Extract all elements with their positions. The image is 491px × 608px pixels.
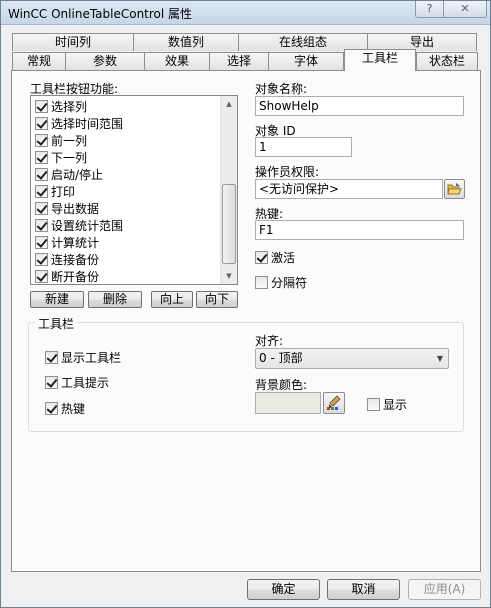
list-item-label: 启动/停止 xyxy=(51,168,104,182)
bg-color-swatch xyxy=(255,392,321,414)
list-item-check-icon[interactable] xyxy=(35,151,48,164)
list-item[interactable]: 前一列 xyxy=(35,132,87,149)
operator-permission-label: 操作员权限: xyxy=(255,165,320,179)
separator-check-icon[interactable] xyxy=(255,276,268,289)
toolbar-functions-list[interactable]: 选择列选择时间范围 前一列下一列启动/停止打印导出数据设置统计范围 计算统计连接备份… xyxy=(30,95,238,285)
chevron-down-icon: ▼ xyxy=(436,354,443,363)
list-item-label: 前一列 xyxy=(51,134,88,148)
show-bg-label: 显示 xyxy=(383,398,408,412)
list-item-label: 设置统计范围 xyxy=(51,219,124,233)
list-item[interactable]: 启动/停止 xyxy=(35,166,103,183)
scroll-up-arrow-icon[interactable]: ▲ xyxy=(221,96,237,112)
folder-open-icon xyxy=(447,183,462,195)
align-dropdown[interactable]: 0 - 顶部 ▼ xyxy=(255,348,449,369)
align-label: 对齐: xyxy=(255,334,284,348)
list-item[interactable]: 选择列 xyxy=(35,98,87,115)
list-item[interactable]: 打印 xyxy=(35,183,75,200)
list-item-label: 选择时间范围 xyxy=(51,117,124,131)
move-down-button[interactable]: 向下 xyxy=(196,291,238,308)
object-name-label: 对象名称: xyxy=(255,82,308,96)
tooltips-check-icon[interactable] xyxy=(45,376,58,389)
activate-check-icon[interactable] xyxy=(255,251,268,264)
list-item[interactable]: 选择时间范围 xyxy=(35,115,123,132)
list-item-check-icon[interactable] xyxy=(35,219,48,232)
scroll-down-arrow-icon[interactable]: ▼ xyxy=(221,268,237,284)
color-picker-button[interactable] xyxy=(323,392,345,414)
properties-window: WinCC OnlineTableControl 属性 ? ✕ 时间列 数值列 … xyxy=(0,0,491,608)
bg-color-label: 背景颜色: xyxy=(255,378,308,392)
list-item-check-icon[interactable] xyxy=(35,270,48,283)
list-item-label: 导出数据 xyxy=(51,202,100,216)
new-button[interactable]: 新建 xyxy=(30,291,84,308)
list-item[interactable]: 导出数据 xyxy=(35,200,99,217)
list-item-label: 连接备份 xyxy=(51,253,100,267)
list-item[interactable]: 下一列 xyxy=(35,149,87,166)
show-toolbar-label: 显示工具栏 xyxy=(61,351,122,365)
show-bg-checkbox[interactable]: 显示 xyxy=(367,396,407,413)
list-item-check-icon[interactable] xyxy=(35,117,48,130)
move-up-button[interactable]: 向上 xyxy=(151,291,193,308)
list-item-label: 选择列 xyxy=(51,100,88,114)
list-item-check-icon[interactable] xyxy=(35,253,48,266)
hotkeys-checkbox[interactable]: 热键 xyxy=(45,400,85,417)
list-item[interactable]: 计算统计 xyxy=(35,234,99,251)
list-item-check-icon[interactable] xyxy=(35,134,48,147)
activate-checkbox[interactable]: 激活 xyxy=(255,249,295,266)
show-bg-check-icon[interactable] xyxy=(367,398,380,411)
list-item-check-icon[interactable] xyxy=(35,202,48,215)
toolbar-group-title: 工具栏 xyxy=(35,315,78,332)
separator-label: 分隔符 xyxy=(271,276,308,290)
tooltips-checkbox[interactable]: 工具提示 xyxy=(45,374,109,391)
list-item-check-icon[interactable] xyxy=(35,185,48,198)
list-item-label: 断开备份 xyxy=(51,270,100,284)
show-toolbar-check-icon[interactable] xyxy=(45,351,58,364)
align-value: 0 - 顶部 xyxy=(259,351,303,365)
list-item-label: 下一列 xyxy=(51,151,88,165)
list-item-check-icon[interactable] xyxy=(35,168,48,181)
hotkey-field[interactable]: F1 xyxy=(255,220,464,240)
list-item-check-icon[interactable] xyxy=(35,100,48,113)
object-id-field[interactable]: 1 xyxy=(255,137,352,157)
hotkeys-label: 热键 xyxy=(61,402,86,416)
list-item-label: 打印 xyxy=(51,185,76,199)
browse-permission-button[interactable] xyxy=(444,179,465,199)
hotkeys-check-icon[interactable] xyxy=(45,402,58,415)
list-item[interactable]: 设置统计范围 xyxy=(35,217,123,234)
scroll-thumb[interactable] xyxy=(222,184,236,264)
list-item-label: 计算统计 xyxy=(51,236,100,250)
show-toolbar-checkbox[interactable]: 显示工具栏 xyxy=(45,349,121,366)
list-item[interactable]: 连接备份 xyxy=(35,251,99,268)
list-item[interactable]: 断开备份 xyxy=(35,268,100,284)
operator-permission-field[interactable]: <无访问保护> xyxy=(255,179,443,199)
delete-button[interactable]: 删除 xyxy=(88,291,142,308)
object-name-field[interactable]: ShowHelp xyxy=(255,96,464,116)
list-item-check-icon[interactable] xyxy=(35,236,48,249)
activate-label: 激活 xyxy=(271,251,296,265)
tooltips-label: 工具提示 xyxy=(61,376,110,390)
separator-checkbox[interactable]: 分隔符 xyxy=(255,274,307,291)
list-scrollbar[interactable]: ▲ ▼ xyxy=(220,96,237,284)
paint-brush-icon xyxy=(327,395,341,410)
